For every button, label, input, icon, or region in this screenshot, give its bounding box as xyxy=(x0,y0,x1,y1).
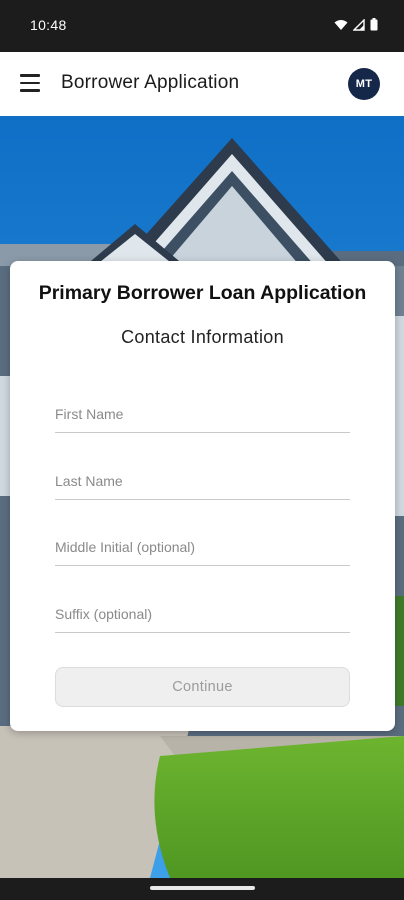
signal-icon xyxy=(353,18,365,31)
loan-application-form-card: Primary Borrower Loan Application Contac… xyxy=(10,261,395,731)
system-navigation-bar xyxy=(0,878,404,900)
status-icons xyxy=(334,18,378,31)
middle-initial-input[interactable] xyxy=(55,539,350,555)
user-avatar[interactable]: MT xyxy=(348,68,380,100)
middle-initial-field[interactable] xyxy=(55,526,350,566)
battery-icon xyxy=(370,18,378,31)
suffix-input[interactable] xyxy=(55,606,350,622)
wifi-icon xyxy=(334,19,348,30)
suffix-field[interactable] xyxy=(55,593,350,633)
section-title: Contact Information xyxy=(121,327,284,347)
app-bar: Borrower Application MT xyxy=(0,52,404,116)
status-bar: 10:48 xyxy=(0,0,404,52)
continue-button[interactable]: Continue xyxy=(55,667,350,707)
app-title: Borrower Application xyxy=(61,72,240,93)
last-name-field[interactable] xyxy=(55,460,350,500)
first-name-input[interactable] xyxy=(55,406,350,422)
status-time: 10:48 xyxy=(30,17,67,33)
first-name-field[interactable] xyxy=(55,393,350,433)
last-name-input[interactable] xyxy=(55,473,350,489)
form-title: Primary Borrower Loan Application xyxy=(38,282,367,304)
home-indicator[interactable] xyxy=(150,886,255,890)
hamburger-menu-icon[interactable] xyxy=(20,74,40,92)
